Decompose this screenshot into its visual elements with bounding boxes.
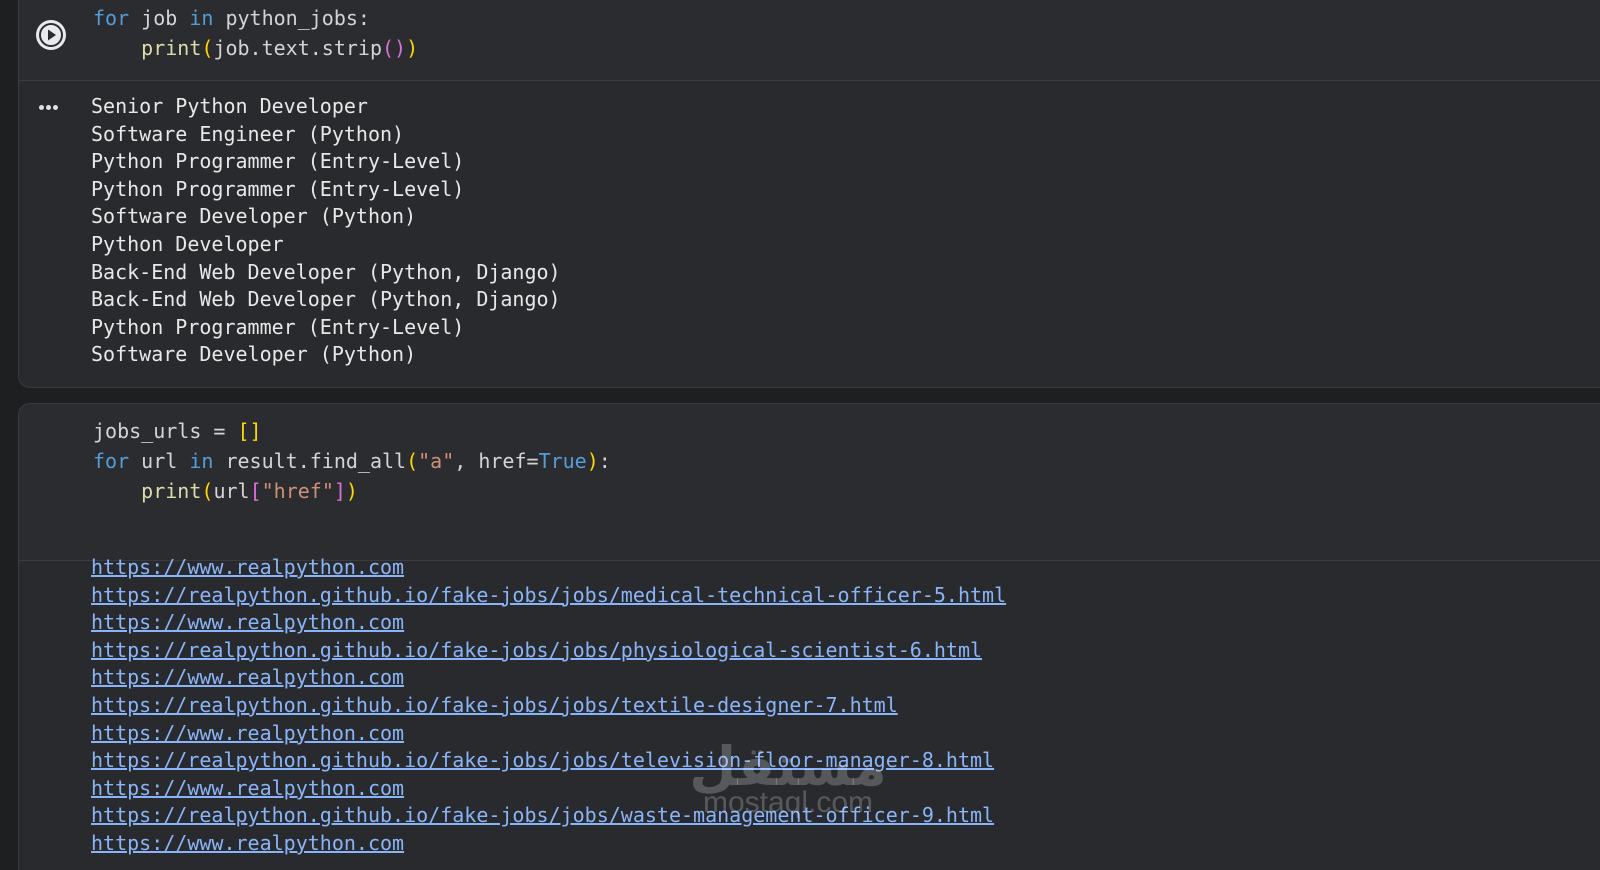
- output-line: https://www.realpython.com: [91, 720, 1006, 748]
- cell-output-2: https://www.realpython.com https://realpy…: [19, 555, 1600, 870]
- code-token: ]: [333, 479, 346, 503]
- output-line: https://realpython.github.io/fake-jobs/j…: [91, 747, 1006, 775]
- play-icon: [37, 21, 65, 49]
- output-line: Software Engineer (Python): [91, 121, 405, 146]
- code-token: print: [141, 479, 202, 503]
- code-token: for: [93, 449, 130, 473]
- code-cell-2[interactable]: jobs_urls = [] for url in result.find_all…: [18, 403, 1600, 870]
- more-horiz-icon: [39, 105, 44, 110]
- code-line: for job in python_jobs:: [93, 3, 418, 33]
- code-token: python_jobs:: [213, 6, 370, 30]
- output-url-link[interactable]: https://www.realpython.com: [91, 665, 404, 689]
- code-token: url: [129, 449, 190, 473]
- code-token: job.text.strip: [213, 36, 383, 60]
- output-line: https://www.realpython.com: [91, 664, 1006, 692]
- code-token: result.find_all: [213, 449, 407, 473]
- code-token: , href=: [454, 449, 539, 473]
- output-line: Python Programmer (Entry-Level): [91, 314, 465, 339]
- code-token: (: [406, 449, 419, 473]
- code-token: "href": [261, 479, 334, 503]
- output-url-link[interactable]: https://realpython.github.io/fake-jobs/j…: [91, 748, 994, 772]
- output-line: https://www.realpython.com: [91, 775, 1006, 803]
- code-line: jobs_urls = []: [93, 416, 611, 446]
- output-link-list: https://www.realpython.com https://realpy…: [91, 554, 1006, 858]
- code-editor-1[interactable]: for job in python_jobs: print(job.text.s…: [19, 0, 1600, 80]
- cell-output-1: Senior Python Developer Software Engineer…: [19, 81, 1600, 387]
- code-cell-1[interactable]: for job in python_jobs: print(job.text.s…: [18, 0, 1600, 388]
- code-token: url: [213, 479, 250, 503]
- output-line: https://realpython.github.io/fake-jobs/j…: [91, 637, 1006, 665]
- code-token: ): [406, 36, 419, 60]
- code-block-1[interactable]: for job in python_jobs: print(job.text.s…: [93, 3, 418, 63]
- output-line: https://realpython.github.io/fake-jobs/j…: [91, 802, 1006, 830]
- code-line: for url in result.find_all("a", href=Tru…: [93, 446, 611, 476]
- code-token: (: [201, 36, 214, 60]
- output-url-link[interactable]: https://realpython.github.io/fake-jobs/j…: [91, 693, 898, 717]
- output-line: Python Programmer (Entry-Level): [91, 149, 465, 174]
- code-editor-2[interactable]: jobs_urls = [] for url in result.find_all…: [19, 404, 1600, 560]
- code-line: print(job.text.strip()): [93, 33, 418, 63]
- more-horiz-icon-dot: [46, 105, 51, 110]
- code-token: for: [93, 6, 130, 30]
- output-line: Back-End Web Developer (Python, Django): [91, 259, 561, 284]
- output-url-link[interactable]: https://www.realpython.com: [91, 610, 404, 634]
- code-token: ): [345, 479, 358, 503]
- output-line: Back-End Web Developer (Python, Django): [91, 287, 561, 312]
- output-menu-button[interactable]: [39, 95, 60, 114]
- code-token: :: [598, 449, 611, 473]
- output-url-link[interactable]: https://realpython.github.io/fake-jobs/j…: [91, 583, 1006, 607]
- code-token: ): [586, 449, 599, 473]
- code-token: in: [189, 449, 214, 473]
- output-url-link[interactable]: https://realpython.github.io/fake-jobs/j…: [91, 803, 994, 827]
- output-url-link[interactable]: https://www.realpython.com: [91, 721, 404, 745]
- output-line: Python Developer: [91, 231, 284, 256]
- output-url-link[interactable]: https://www.realpython.com: [91, 555, 404, 579]
- output-url-link[interactable]: https://www.realpython.com: [91, 831, 404, 855]
- notebook-page: for job in python_jobs: print(job.text.s…: [0, 0, 1600, 870]
- output-line: https://realpython.github.io/fake-jobs/j…: [91, 582, 1006, 610]
- code-block-2[interactable]: jobs_urls = [] for url in result.find_all…: [93, 416, 611, 506]
- code-token: in: [189, 6, 214, 30]
- code-token: (: [201, 479, 214, 503]
- code-token: job: [129, 6, 190, 30]
- code-token: [: [249, 479, 262, 503]
- output-line: https://www.realpython.com: [91, 830, 1006, 858]
- more-horiz-icon-dot: [53, 105, 58, 110]
- output-url-link[interactable]: https://www.realpython.com: [91, 776, 404, 800]
- code-line: print(url["href"]): [93, 476, 611, 506]
- run-cell-button[interactable]: [36, 20, 66, 50]
- output-line: https://www.realpython.com: [91, 554, 1006, 582]
- code-token: print: [141, 36, 202, 60]
- code-token: jobs_urls =: [93, 419, 238, 443]
- code-token: []: [237, 419, 262, 443]
- output-line: Python Programmer (Entry-Level): [91, 176, 465, 201]
- output-text-list: Senior Python Developer Software Engineer…: [91, 93, 561, 369]
- code-token: True: [538, 449, 587, 473]
- output-url-link[interactable]: https://realpython.github.io/fake-jobs/j…: [91, 638, 982, 662]
- output-line: Senior Python Developer: [91, 94, 368, 118]
- output-line: https://realpython.github.io/fake-jobs/j…: [91, 692, 1006, 720]
- code-token: (): [382, 36, 407, 60]
- output-line: Software Developer (Python): [91, 204, 417, 229]
- output-line: https://www.realpython.com: [91, 609, 1006, 637]
- output-line: Software Developer (Python): [91, 342, 417, 367]
- code-token: "a": [418, 449, 455, 473]
